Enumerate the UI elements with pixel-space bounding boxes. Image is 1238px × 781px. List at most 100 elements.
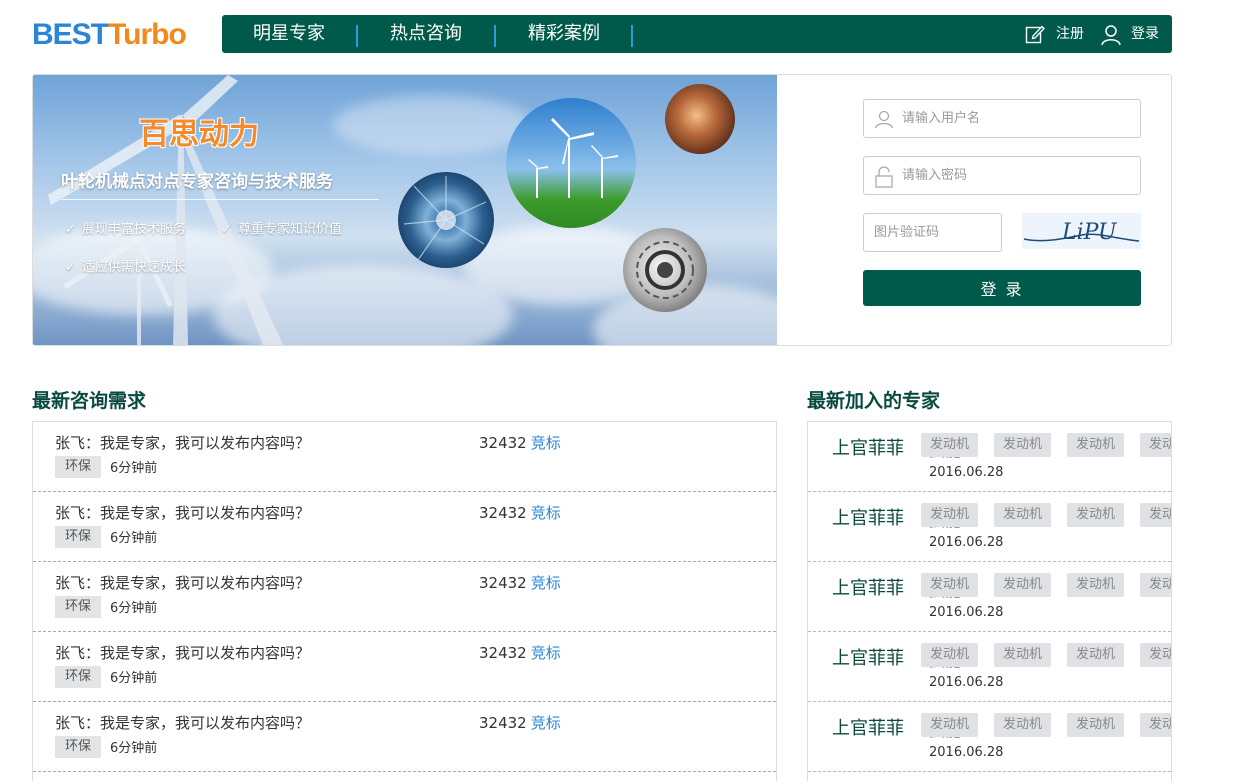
skill-tag[interactable]: 发动机 [994, 643, 1052, 667]
join-date: 2016.06.28 [929, 465, 1004, 480]
request-question[interactable]: 张飞：我是专家，我可以发布内容吗？ [55, 572, 310, 593]
skill-tag[interactable]: 发动机 [921, 433, 979, 457]
requests-title: 最新咨询需求 [32, 390, 147, 412]
password-field [863, 156, 1141, 195]
skill-tag[interactable]: 发动机 [1140, 713, 1171, 737]
login-submit-button[interactable]: 登 录 [863, 270, 1141, 306]
login-label: 登录 [1131, 26, 1159, 42]
site-logo[interactable]: BESTTurbo [32, 18, 187, 52]
request-count: 32432 竞标 [479, 644, 561, 662]
skill-tag[interactable]: 发动机 [1140, 433, 1171, 457]
skill-tag[interactable]: 发动机 [921, 573, 979, 597]
request-time: 6分钟前 [110, 741, 158, 756]
list-item[interactable]: 张飞：我是专家，我可以发布内容吗？ 32432 竞标 环保 6分钟前 [33, 562, 776, 632]
hero-banner: 百思动力 叶轮机械点对点专家咨询与技术服务 展现丰富技术服务 尊重专家知识价值 … [33, 75, 777, 345]
turbine-rotor-photo [665, 84, 735, 154]
compressor-photo [398, 172, 494, 268]
user-icon [874, 110, 894, 129]
skill-tag[interactable]: 发动机 [921, 643, 979, 667]
list-item[interactable]: 张飞：我是专家，我可以发布内容吗？ 32432 竞标 环保 6分钟前 [33, 422, 776, 492]
skill-tag[interactable]: 发动机 [994, 503, 1052, 527]
list-item[interactable]: 上官菲菲 技能 发动机 发动机 发动机 发动机 2016.06.28 [808, 562, 1171, 632]
hero-section: 百思动力 叶轮机械点对点专家咨询与技术服务 展现丰富技术服务 尊重专家知识价值 … [32, 74, 1172, 346]
login-link[interactable]: 登录 [1100, 15, 1164, 53]
expert-name[interactable]: 上官菲菲 [832, 714, 904, 740]
category-tag[interactable]: 环保 [55, 456, 102, 478]
list-item[interactable]: 上官菲菲 技能 发动机 发动机 发动机 发动机 2016.06.28 [808, 422, 1171, 492]
captcha-input[interactable] [874, 214, 994, 251]
banner-feature: 尊重专家知识价值 [221, 218, 342, 237]
experts-title: 最新加入的专家 [807, 390, 941, 412]
nav-item-hot-consulting[interactable]: 热点咨询 [358, 15, 494, 53]
nav-divider [631, 25, 633, 47]
expert-name[interactable]: 上官菲菲 [832, 644, 904, 670]
request-time: 6分钟前 [110, 671, 158, 686]
request-time: 6分钟前 [110, 601, 158, 616]
banner-title: 百思动力 [139, 117, 259, 152]
skill-tag[interactable]: 发动机 [1140, 503, 1171, 527]
skill-tag[interactable]: 发动机 [921, 503, 979, 527]
register-link[interactable]: 注册 [1025, 15, 1087, 53]
nav-item-cases[interactable]: 精彩案例 [496, 15, 632, 53]
list-item[interactable]: 张飞：我是专家，我可以发布内容吗？ 32432 竞标 环保 6分钟前 [33, 632, 776, 702]
category-tag[interactable]: 环保 [55, 596, 102, 618]
register-label: 注册 [1056, 26, 1084, 42]
skill-tag[interactable]: 发动机 [1067, 713, 1125, 737]
category-tag[interactable]: 环保 [55, 736, 102, 758]
skill-tag[interactable]: 发动机 [1067, 573, 1125, 597]
wind-farm-photo [506, 98, 636, 228]
request-count: 32432 竞标 [479, 714, 561, 732]
skill-tag[interactable]: 发动机 [994, 713, 1052, 737]
requests-list: 张飞：我是专家，我可以发布内容吗？ 32432 竞标 环保 6分钟前 张飞：我是专… [32, 421, 777, 781]
banner-divider [61, 199, 379, 200]
join-date: 2016.06.28 [929, 745, 1004, 760]
edit-icon [1025, 25, 1045, 44]
banner-feature: 适应供需快速成长 [65, 256, 186, 275]
request-question[interactable]: 张飞：我是专家，我可以发布内容吗？ [55, 642, 310, 663]
banner-feature: 展现丰富技术服务 [65, 218, 186, 237]
user-icon [1101, 25, 1121, 46]
skill-tag[interactable]: 发动机 [1067, 643, 1125, 667]
bid-link[interactable]: 竞标 [531, 434, 561, 452]
expert-name[interactable]: 上官菲菲 [832, 504, 904, 530]
nav-item-star-experts[interactable]: 明星专家 [222, 15, 356, 53]
captcha-field [863, 213, 1002, 252]
bid-link[interactable]: 竞标 [531, 714, 561, 732]
bid-link[interactable]: 竞标 [531, 644, 561, 662]
join-date: 2016.06.28 [929, 605, 1004, 620]
bid-link[interactable]: 竞标 [531, 504, 561, 522]
skill-tag[interactable]: 发动机 [1067, 433, 1125, 457]
expert-name[interactable]: 上官菲菲 [832, 434, 904, 460]
skill-tag[interactable]: 发动机 [994, 433, 1052, 457]
list-item[interactable]: 上官菲菲 技能 发动机 发动机 发动机 发动机 2016.06.28 [808, 702, 1171, 772]
request-question[interactable]: 张飞：我是专家，我可以发布内容吗？ [55, 432, 310, 453]
join-date: 2016.06.28 [929, 675, 1004, 690]
experts-list: 上官菲菲 技能 发动机 发动机 发动机 发动机 2016.06.28 上官菲菲 … [807, 421, 1172, 781]
expert-name[interactable]: 上官菲菲 [832, 574, 904, 600]
lock-icon [875, 166, 893, 188]
request-count: 32432 竞标 [479, 434, 561, 452]
bid-link[interactable]: 竞标 [531, 574, 561, 592]
main-nav: 明星专家 热点咨询 精彩案例 注册 登录 [222, 15, 1172, 53]
join-date: 2016.06.28 [929, 535, 1004, 550]
request-question[interactable]: 张飞：我是专家，我可以发布内容吗？ [55, 712, 310, 733]
password-input[interactable] [902, 157, 1132, 194]
captcha-image[interactable]: LiPU [1022, 213, 1141, 249]
category-tag[interactable]: 环保 [55, 666, 102, 688]
skill-tag[interactable]: 发动机 [994, 573, 1052, 597]
username-input[interactable] [902, 100, 1132, 137]
skill-tag[interactable]: 发动机 [1140, 643, 1171, 667]
category-tag[interactable]: 环保 [55, 526, 102, 548]
request-time: 6分钟前 [110, 461, 158, 476]
list-item[interactable]: 上官菲菲 技能 发动机 发动机 发动机 发动机 2016.06.28 [808, 492, 1171, 562]
skill-tag[interactable]: 发动机 [1067, 503, 1125, 527]
skill-tag[interactable]: 发动机 [921, 713, 979, 737]
list-item[interactable]: 张飞：我是专家，我可以发布内容吗？ 32432 竞标 环保 6分钟前 [33, 702, 776, 772]
list-item[interactable]: 张飞：我是专家，我可以发布内容吗？ 32432 竞标 环保 6分钟前 [33, 492, 776, 562]
request-count: 32432 竞标 [479, 504, 561, 522]
list-item[interactable]: 上官菲菲 技能 发动机 发动机 发动机 发动机 2016.06.28 [808, 632, 1171, 702]
captcha-text: LiPU [1061, 220, 1118, 245]
skill-tag[interactable]: 发动机 [1140, 573, 1171, 597]
request-question[interactable]: 张飞：我是专家，我可以发布内容吗？ [55, 502, 310, 523]
banner-subtitle: 叶轮机械点对点专家咨询与技术服务 [61, 172, 333, 192]
